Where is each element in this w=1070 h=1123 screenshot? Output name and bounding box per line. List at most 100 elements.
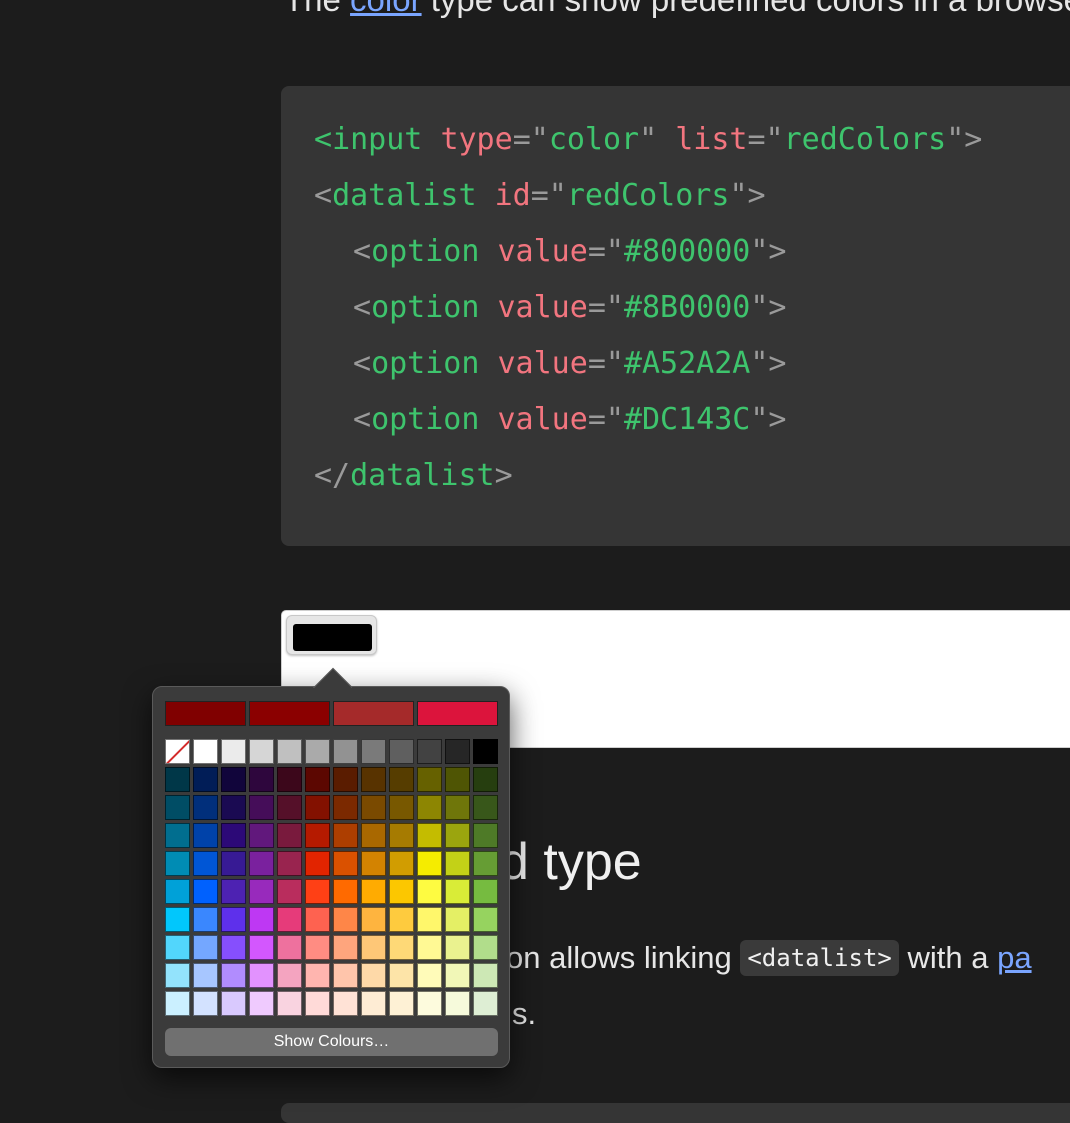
- color-swatch[interactable]: [305, 935, 330, 960]
- color-swatch[interactable]: [389, 991, 414, 1016]
- grayscale-swatch[interactable]: [445, 739, 470, 764]
- color-swatch[interactable]: [221, 935, 246, 960]
- color-swatch[interactable]: [165, 991, 190, 1016]
- no-color-swatch[interactable]: [165, 739, 190, 764]
- color-swatch[interactable]: [445, 991, 470, 1016]
- color-swatch[interactable]: [417, 767, 442, 792]
- color-swatch[interactable]: [249, 767, 274, 792]
- suggested-color-swatch[interactable]: [333, 701, 414, 726]
- color-swatch[interactable]: [305, 851, 330, 876]
- color-swatch[interactable]: [389, 935, 414, 960]
- color-swatch[interactable]: [417, 823, 442, 848]
- color-swatch[interactable]: [473, 963, 498, 988]
- paragraph-link[interactable]: pa: [997, 940, 1031, 975]
- color-swatch[interactable]: [445, 851, 470, 876]
- color-swatch[interactable]: [221, 991, 246, 1016]
- color-swatch[interactable]: [389, 767, 414, 792]
- color-swatch[interactable]: [473, 851, 498, 876]
- color-swatch[interactable]: [305, 963, 330, 988]
- color-swatch[interactable]: [165, 963, 190, 988]
- color-swatch[interactable]: [333, 767, 358, 792]
- color-swatch[interactable]: [221, 823, 246, 848]
- color-swatch[interactable]: [165, 795, 190, 820]
- color-swatch[interactable]: [165, 907, 190, 932]
- color-swatch[interactable]: [361, 991, 386, 1016]
- color-swatch[interactable]: [445, 907, 470, 932]
- grayscale-swatch[interactable]: [249, 739, 274, 764]
- color-swatch[interactable]: [417, 795, 442, 820]
- color-swatch[interactable]: [417, 935, 442, 960]
- color-swatch[interactable]: [333, 907, 358, 932]
- color-swatch[interactable]: [249, 963, 274, 988]
- color-swatch[interactable]: [333, 935, 358, 960]
- color-swatch[interactable]: [277, 851, 302, 876]
- color-swatch[interactable]: [305, 823, 330, 848]
- grayscale-swatch[interactable]: [333, 739, 358, 764]
- color-swatch[interactable]: [473, 767, 498, 792]
- color-swatch[interactable]: [277, 991, 302, 1016]
- color-swatch[interactable]: [389, 907, 414, 932]
- color-swatch[interactable]: [305, 879, 330, 904]
- color-swatch[interactable]: [389, 851, 414, 876]
- color-swatch[interactable]: [193, 823, 218, 848]
- color-swatch[interactable]: [249, 935, 274, 960]
- color-swatch[interactable]: [165, 767, 190, 792]
- color-swatch[interactable]: [165, 935, 190, 960]
- color-swatch[interactable]: [277, 963, 302, 988]
- color-swatch[interactable]: [333, 851, 358, 876]
- color-swatch[interactable]: [193, 851, 218, 876]
- color-swatch[interactable]: [221, 767, 246, 792]
- color-link[interactable]: color: [350, 0, 422, 18]
- color-swatch[interactable]: [193, 767, 218, 792]
- color-swatch[interactable]: [277, 879, 302, 904]
- color-swatch[interactable]: [305, 795, 330, 820]
- color-swatch[interactable]: [473, 823, 498, 848]
- color-swatch[interactable]: [445, 823, 470, 848]
- color-swatch[interactable]: [249, 907, 274, 932]
- color-swatch[interactable]: [445, 795, 470, 820]
- color-swatch[interactable]: [473, 879, 498, 904]
- suggested-color-swatch[interactable]: [417, 701, 498, 726]
- color-swatch[interactable]: [389, 823, 414, 848]
- color-swatch[interactable]: [221, 851, 246, 876]
- color-swatch[interactable]: [417, 879, 442, 904]
- color-swatch[interactable]: [249, 991, 274, 1016]
- color-swatch[interactable]: [361, 879, 386, 904]
- color-swatch[interactable]: [389, 963, 414, 988]
- color-swatch[interactable]: [221, 963, 246, 988]
- color-swatch[interactable]: [361, 823, 386, 848]
- color-swatch[interactable]: [193, 907, 218, 932]
- suggested-color-swatch[interactable]: [249, 701, 330, 726]
- color-swatch[interactable]: [277, 823, 302, 848]
- color-swatch[interactable]: [193, 963, 218, 988]
- color-swatch[interactable]: [417, 991, 442, 1016]
- show-colours-button[interactable]: Show Colours…: [165, 1028, 498, 1056]
- color-swatch[interactable]: [361, 795, 386, 820]
- color-swatch[interactable]: [333, 879, 358, 904]
- color-swatch[interactable]: [193, 991, 218, 1016]
- color-swatch[interactable]: [249, 823, 274, 848]
- color-swatch[interactable]: [221, 907, 246, 932]
- color-swatch[interactable]: [277, 907, 302, 932]
- grayscale-swatch[interactable]: [305, 739, 330, 764]
- color-swatch[interactable]: [249, 851, 274, 876]
- color-swatch[interactable]: [277, 795, 302, 820]
- color-swatch[interactable]: [221, 795, 246, 820]
- grayscale-swatch[interactable]: [389, 739, 414, 764]
- color-swatch[interactable]: [417, 851, 442, 876]
- color-swatch[interactable]: [389, 879, 414, 904]
- color-swatch[interactable]: [361, 767, 386, 792]
- color-swatch[interactable]: [193, 879, 218, 904]
- color-swatch[interactable]: [193, 935, 218, 960]
- color-swatch[interactable]: [333, 963, 358, 988]
- grayscale-swatch[interactable]: [221, 739, 246, 764]
- color-swatch[interactable]: [361, 963, 386, 988]
- color-swatch[interactable]: [417, 907, 442, 932]
- color-swatch[interactable]: [193, 795, 218, 820]
- color-swatch[interactable]: [165, 879, 190, 904]
- color-swatch[interactable]: [165, 823, 190, 848]
- grayscale-swatch[interactable]: [361, 739, 386, 764]
- color-swatch[interactable]: [473, 795, 498, 820]
- color-swatch[interactable]: [361, 935, 386, 960]
- grayscale-swatch[interactable]: [277, 739, 302, 764]
